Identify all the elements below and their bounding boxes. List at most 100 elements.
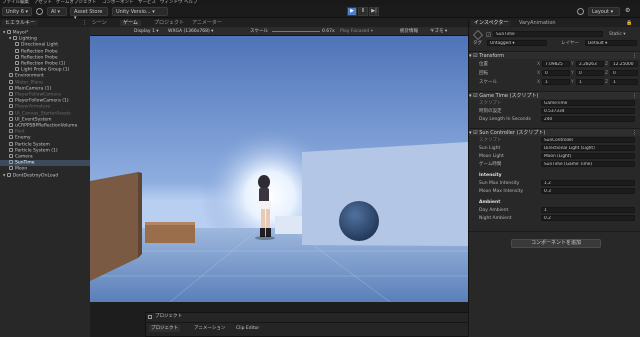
account-button[interactable]: Unity 6 ▾ <box>2 7 32 16</box>
settings-icon[interactable]: ⚙ <box>625 8 630 14</box>
layer-label: レイヤー <box>561 41 579 46</box>
transform-x-field[interactable]: 1 <box>542 79 570 85</box>
axis-x-label: X <box>537 71 541 76</box>
ambient-field[interactable]: 0.2 <box>541 215 635 221</box>
gameobject-icon <box>9 79 13 84</box>
static-toggle[interactable]: Static ▾ <box>609 32 626 37</box>
scale-slider[interactable] <box>272 31 320 32</box>
axis-y-label: Y <box>571 71 574 76</box>
sphere-object <box>339 201 379 241</box>
active-checkbox[interactable]: ✓ <box>486 32 491 37</box>
cloud-icon[interactable] <box>36 8 43 15</box>
pause-button[interactable]: Ⅱ <box>358 7 368 16</box>
gameobject-icon <box>9 147 13 152</box>
gameobject-icon <box>9 85 13 90</box>
game-viewport[interactable] <box>90 36 468 302</box>
hierarchy-item-label: Camera <box>15 154 33 160</box>
game-time-field[interactable]: 240 <box>541 116 635 122</box>
hierarchy-item-label: Lighting <box>18 36 37 42</box>
version-control-button[interactable]: Unity Versio... ▾ <box>112 7 168 16</box>
more-menu-icon[interactable]: ⋮ <box>82 20 87 26</box>
white-wall-right <box>302 142 468 246</box>
ai-button[interactable]: AI ▾ <box>47 7 67 16</box>
transform-x-field[interactable]: 7.09825 <box>542 61 570 67</box>
add-component-button[interactable]: コンポーネントを追加 <box>511 239 601 248</box>
intensity-field[interactable]: 0.3 <box>541 188 635 194</box>
play-button[interactable]: ▶ <box>347 7 357 16</box>
intensity-row-label: Sun Max Intensity <box>479 181 520 186</box>
game-time-row-label: Day Length In Seconds <box>479 117 531 122</box>
game-time-header[interactable]: ▾ ☑ Game Time (スクリプト) ⋮ <box>469 91 640 99</box>
tab-clip-editor[interactable]: Clip Editor <box>236 326 259 331</box>
transform-z-field[interactable]: 12.25000 <box>610 61 638 67</box>
transform-z-field[interactable]: 0 <box>610 70 638 76</box>
tab-animator[interactable]: アニメーター <box>192 20 222 26</box>
hierarchy-item-label: Reflection Probe (1) <box>21 61 66 67</box>
hierarchy-item-label: DontDestroyOnLoad <box>12 173 59 179</box>
gameobject-icon <box>9 116 13 121</box>
sun-controller-field[interactable]: SunTime (Game Time) <box>541 161 635 167</box>
game-time-field[interactable]: GameTime <box>541 100 635 106</box>
tab-project-browser[interactable]: プロジェクト <box>149 325 180 332</box>
tab-animation[interactable]: アニメーション <box>194 326 225 331</box>
layer-dropdown[interactable]: Default ▾ <box>585 40 637 46</box>
sun-controller-field[interactable]: Directional Light (Light) <box>541 145 635 151</box>
tab-vary-animation[interactable]: VaryAnimation <box>519 20 556 26</box>
tag-label: タグ <box>473 41 482 46</box>
component-menu-icon[interactable]: ⋮ <box>632 129 637 137</box>
lock-icon[interactable]: 🔒 <box>626 20 632 26</box>
intensity-field[interactable]: 1.2 <box>541 180 635 186</box>
gameobject-icon <box>9 123 13 127</box>
gameobject-icon <box>15 61 19 65</box>
folder-icon <box>148 315 152 319</box>
gameobject-icon <box>15 42 19 47</box>
tab-scene[interactable]: シーン <box>92 20 107 26</box>
transform-y-field[interactable]: 0 <box>576 70 604 76</box>
component-title: Game Time (スクリプト) <box>479 93 539 99</box>
sun-controller-field[interactable]: SunController <box>541 137 635 143</box>
gizmos-dropdown[interactable]: ギズモ ▾ <box>430 29 447 34</box>
step-button[interactable]: ▶| <box>369 7 379 16</box>
gameobject-icon <box>9 98 13 103</box>
sun-controller-header[interactable]: ▾ ☑ Sun Controller (スクリプト) ⋮ <box>469 128 640 136</box>
tag-dropdown[interactable]: Untagged ▾ <box>487 40 547 46</box>
transform-row-label: 回転 <box>479 71 488 76</box>
game-time-row-label: スクリプト <box>479 101 502 106</box>
sun-controller-field[interactable]: Moon (Light) <box>541 153 635 159</box>
layout-label: Layout ▾ <box>592 9 614 15</box>
version-control-label: Unity Versio... ▾ <box>116 9 155 15</box>
hierarchy-item-label: Directional Light <box>21 42 58 48</box>
tab-project[interactable]: プロジェクト <box>154 20 184 26</box>
hierarchy-item-label: PlayerFollowCamera <box>15 92 61 98</box>
transform-x-field[interactable]: 0 <box>542 70 570 76</box>
game-time-field[interactable]: 0.537334 <box>541 108 635 114</box>
scene-tab-bar: シーン ゲーム プロジェクト アニメーター <box>90 19 468 27</box>
transform-y-field[interactable]: 2.28263 <box>576 61 604 67</box>
hierarchy-item-label: Post <box>15 129 25 135</box>
ambient-field[interactable]: 1 <box>541 207 635 213</box>
tab-game[interactable]: ゲーム <box>120 20 141 26</box>
tab-inspector[interactable]: インスペクター <box>471 20 512 26</box>
object-name-field[interactable]: SunTime <box>493 31 603 37</box>
stats-button[interactable]: 統計情報 <box>400 29 418 34</box>
intensity-header: Intensity <box>479 173 502 178</box>
axis-z-label: Z <box>605 62 609 67</box>
display-dropdown[interactable]: Display 1 ▾ <box>134 29 159 34</box>
transform-row-label: 位置 <box>479 62 488 67</box>
component-menu-icon[interactable]: ⋮ <box>632 52 637 60</box>
hierarchy-item-label: Environment <box>15 73 44 79</box>
tab-hierarchy[interactable]: ヒエラルキー <box>2 20 39 26</box>
transform-y-field[interactable]: 1 <box>576 79 604 85</box>
layout-dropdown[interactable]: Layout ▾ <box>588 7 620 16</box>
asset-store-button[interactable]: Asset Store ▾ <box>70 7 108 21</box>
transform-header[interactable]: ▾ ☑ Transform ⋮ <box>469 51 640 59</box>
play-mode-dropdown[interactable]: Play Focused ▾ <box>340 29 373 34</box>
component-menu-icon[interactable]: ⋮ <box>632 92 637 100</box>
transform-z-field[interactable]: 1 <box>610 79 638 85</box>
hierarchy-item-label: Water_Plane <box>15 80 43 86</box>
search-icon[interactable] <box>577 8 584 15</box>
sun-controller-row-label: スクリプト <box>479 138 502 143</box>
hierarchy-item[interactable]: ▾ DontDestroyOnLoad <box>0 172 90 179</box>
resolution-dropdown[interactable]: WXGA (1366x768) ▾ <box>168 29 213 34</box>
axis-y-label: Y <box>571 80 574 85</box>
